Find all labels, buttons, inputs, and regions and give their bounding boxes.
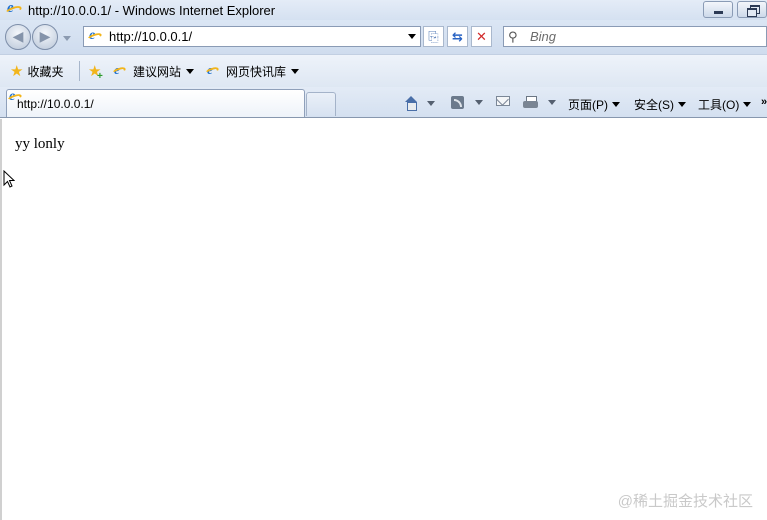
favorites-bar: ★ 收藏夹 ★ e 建议网站 e 网页快讯库 <box>0 54 767 87</box>
compatibility-view-button[interactable]: ⎘ <box>423 26 444 47</box>
tools-menu-label: 工具(O) <box>698 98 740 112</box>
chevron-down-icon <box>678 102 686 107</box>
rss-icon <box>451 96 464 109</box>
add-favorite-button[interactable]: ★ <box>88 63 103 84</box>
address-dropdown-icon[interactable] <box>408 34 416 39</box>
title-bar: e http://10.0.0.1/ - Windows Internet Ex… <box>0 0 767 20</box>
safety-menu[interactable]: 安全(S) <box>634 96 686 113</box>
suggested-sites-item[interactable]: e 建议网站 <box>111 62 195 79</box>
safety-menu-label: 安全(S) <box>634 98 674 112</box>
search-box[interactable]: ⚲ Bing <box>503 26 767 47</box>
navigation-bar: ◀ ▶ e http://10.0.0.1/ ⎘ ⇆ ✕ ⚲ Bing <box>0 20 767 54</box>
chevron-down-icon[interactable] <box>475 100 483 105</box>
chevron-down-icon <box>743 102 752 107</box>
chevron-down-icon <box>612 102 620 107</box>
arrow-left-icon: ◀ <box>12 28 24 44</box>
page-content: yy lonly @稀土掘金技术社区 <box>0 119 767 520</box>
search-icon: ⚲ <box>508 28 518 44</box>
recent-pages-dropdown[interactable] <box>63 36 71 41</box>
web-slice-gallery-label: 网页快讯库 <box>226 64 287 79</box>
page-icon: e <box>86 28 103 45</box>
home-button[interactable] <box>404 96 435 111</box>
new-tab-button[interactable] <box>306 92 336 116</box>
ie-page-icon: e <box>111 62 127 78</box>
web-slice-gallery-item[interactable]: e 网页快讯库 <box>204 62 300 79</box>
star-icon: ★ <box>10 62 24 80</box>
read-mail-button[interactable] <box>496 96 510 106</box>
print-button[interactable] <box>523 96 556 109</box>
search-input[interactable]: Bing <box>530 29 556 44</box>
arrow-right-icon: ▶ <box>39 28 51 44</box>
stop-button[interactable]: ✕ <box>471 26 492 47</box>
home-icon <box>404 96 418 111</box>
restore-button[interactable] <box>737 1 767 18</box>
ie-page-icon: e <box>204 62 220 78</box>
window-controls <box>699 1 767 18</box>
page-menu[interactable]: 页面(P) <box>568 96 620 113</box>
address-input[interactable]: http://10.0.0.1/ <box>109 29 192 44</box>
mail-icon <box>496 96 510 106</box>
minimize-button[interactable] <box>703 1 733 18</box>
tab-label: http://10.0.0.1/ <box>17 96 94 111</box>
feeds-button[interactable] <box>451 96 483 109</box>
refresh-button[interactable]: ⇆ <box>447 26 468 47</box>
tools-menu[interactable]: 工具(O) <box>698 96 752 113</box>
more-commands-button[interactable]: » <box>761 96 767 108</box>
compatibility-icon: ⎘ <box>428 29 439 44</box>
window-title: http://10.0.0.1/ - Windows Internet Expl… <box>28 2 276 18</box>
tab-current[interactable]: e http://10.0.0.1/ <box>6 89 305 117</box>
page-menu-label: 页面(P) <box>568 98 608 112</box>
chevron-down-icon[interactable] <box>548 100 556 105</box>
favorites-button[interactable]: ★ 收藏夹 <box>10 63 63 79</box>
address-bar[interactable]: e http://10.0.0.1/ <box>83 26 421 47</box>
divider <box>79 61 80 81</box>
add-star-icon: ★ <box>88 64 103 84</box>
favorites-label: 收藏夹 <box>27 64 64 79</box>
chevron-down-icon[interactable] <box>427 100 435 106</box>
ie-logo-icon: e <box>4 0 23 18</box>
page-body-text: yy lonly <box>15 136 65 152</box>
back-button[interactable]: ◀ <box>5 24 31 50</box>
forward-button[interactable]: ▶ <box>32 24 58 50</box>
chevron-down-icon <box>186 68 195 74</box>
suggested-sites-label: 建议网站 <box>133 64 182 79</box>
refresh-icon: ⇆ <box>452 29 463 44</box>
mouse-cursor-icon <box>3 170 15 190</box>
close-icon: ✕ <box>476 29 487 44</box>
tab-command-bar: e http://10.0.0.1/ 页面(P) 安全(S) 工具(O) » <box>0 87 767 118</box>
chevron-down-icon <box>291 68 300 74</box>
watermark: @稀土掘金技术社区 <box>617 493 753 510</box>
printer-icon <box>523 96 538 109</box>
